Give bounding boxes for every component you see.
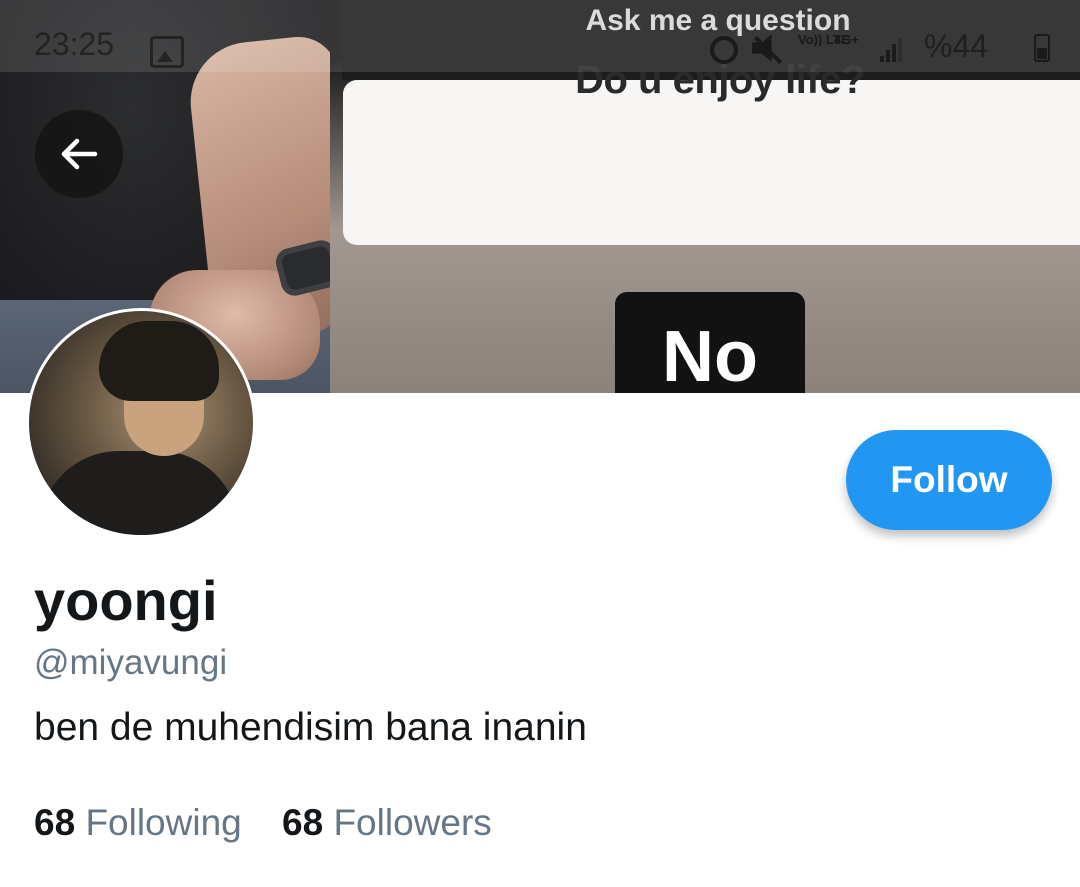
- user-handle: @miyavungi: [34, 643, 228, 682]
- follow-stats: 68 Following 68 Followers: [34, 802, 522, 844]
- following-label: Following: [85, 802, 242, 843]
- followers-link[interactable]: 68 Followers: [282, 802, 492, 844]
- status-time: 23:25: [34, 26, 115, 62]
- user-bio: ben de muhendisim bana inanin: [34, 706, 587, 749]
- status-icons: Vo)) LTE 4G+ %44: [710, 28, 1050, 68]
- status-bar: 23:25 Vo)) LTE 4G+ %44: [0, 0, 1080, 72]
- arrow-left-icon: [61, 138, 98, 170]
- question-card: [343, 80, 1080, 245]
- back-button[interactable]: [35, 110, 123, 198]
- following-link[interactable]: 68 Following: [34, 802, 242, 844]
- followers-label: Followers: [333, 802, 492, 843]
- avatar[interactable]: [26, 308, 256, 538]
- alarm-icon: [710, 36, 738, 64]
- gallery-notification-icon: [150, 36, 184, 68]
- battery-percentage: %44: [924, 28, 989, 64]
- signal-strength-icon: [880, 36, 908, 62]
- display-name: yoongi: [34, 569, 218, 632]
- network-type: 4G+: [834, 32, 859, 47]
- battery-icon: [1034, 34, 1050, 62]
- following-count: 68: [34, 802, 76, 843]
- followers-count: 68: [282, 802, 324, 843]
- follow-button[interactable]: Follow: [846, 430, 1052, 530]
- avatar-image: [29, 311, 253, 535]
